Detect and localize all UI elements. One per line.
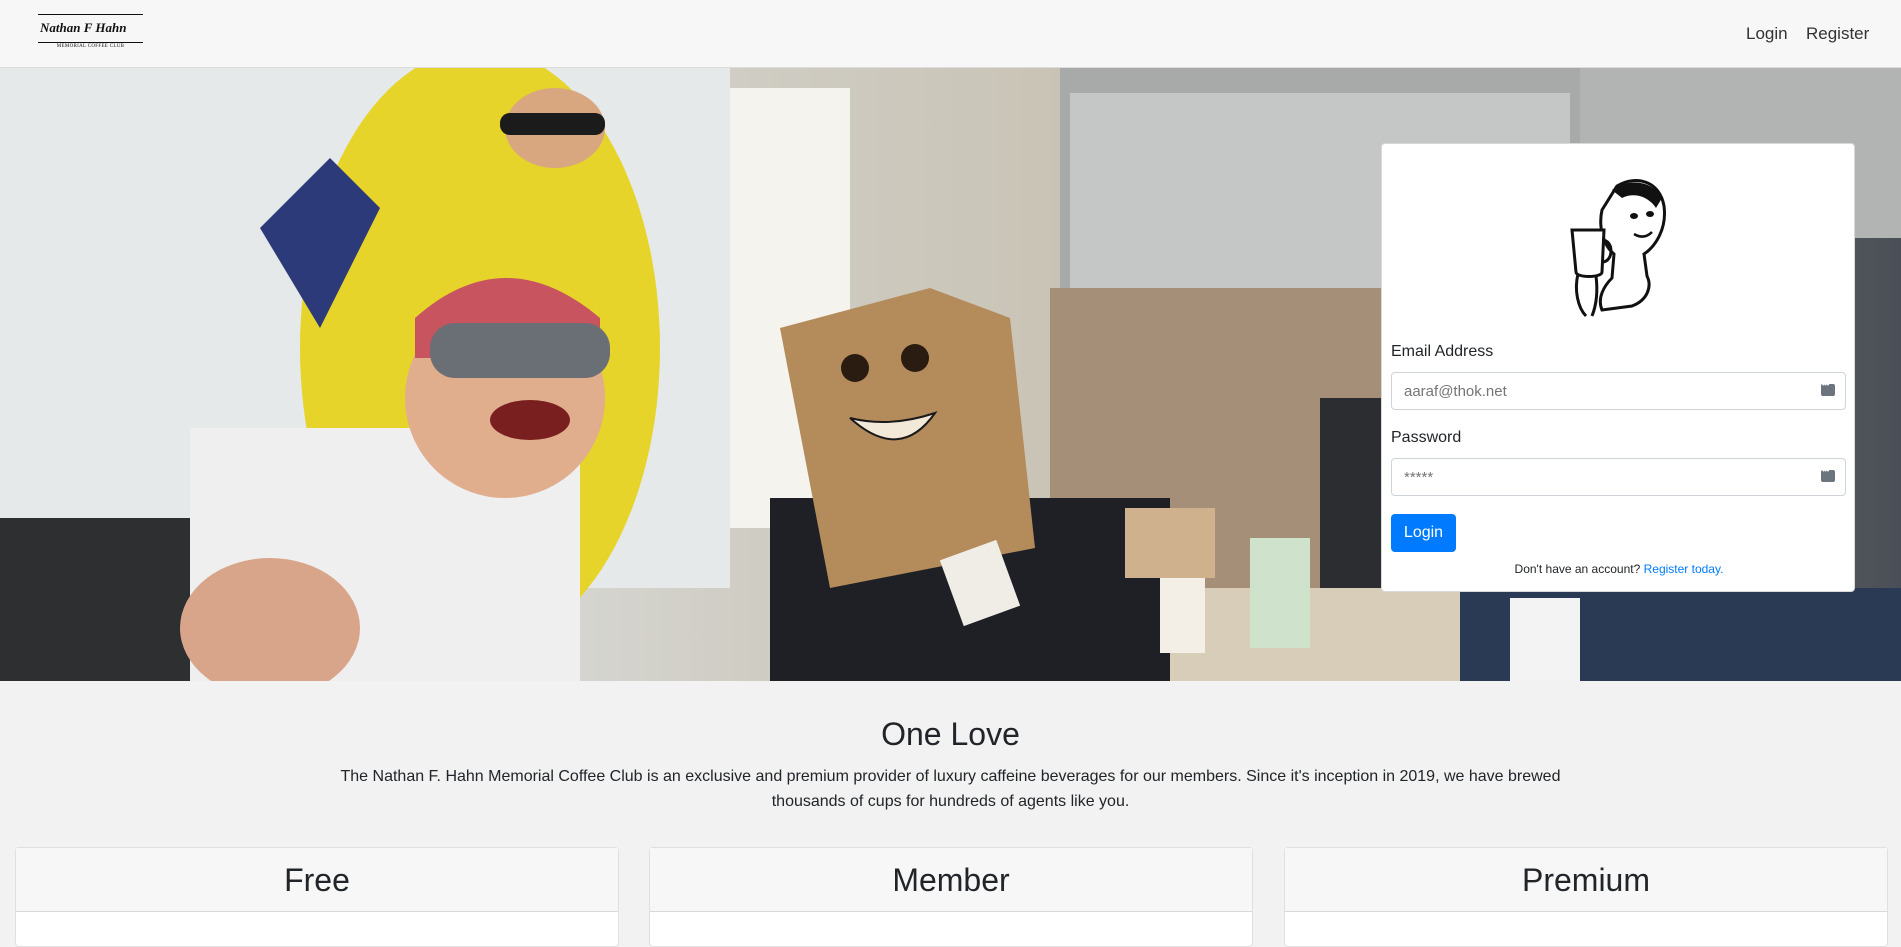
email-field[interactable] [1391,372,1846,410]
email-label: Email Address [1391,343,1494,360]
brand-name: Nathan F Hahn [40,20,127,35]
pricing-card-free: Free [15,847,619,947]
register-prompt-text: Don't have an account? [1514,562,1641,576]
pricing-card-title: Premium [1285,848,1887,912]
logo-rule-top [38,14,143,15]
password-label: Password [1391,429,1462,446]
password-field[interactable] [1391,458,1846,496]
register-today-link[interactable]: Register today. [1644,562,1724,576]
navbar: Nathan F Hahn MEMORIAL COFFEE CLUB Login… [0,0,1901,68]
password-input[interactable] [1392,459,1836,495]
autofill-key-icon[interactable] [1821,466,1835,482]
pricing-card-title: Free [16,848,618,912]
brand-logo[interactable]: Nathan F Hahn MEMORIAL COFFEE CLUB [38,14,143,50]
nav-login-link[interactable]: Login [1746,24,1788,44]
pricing-card-title: Member [650,848,1252,912]
coffee-man-logo-icon [1570,179,1666,318]
autofill-key-icon[interactable] [1821,380,1835,396]
login-button[interactable]: Login [1391,514,1456,552]
section-description: The Nathan F. Hahn Memorial Coffee Club … [340,768,1561,810]
nav-register-link[interactable]: Register [1806,24,1869,44]
login-card: Email Address Password Login Don't have … [1381,143,1855,592]
email-input[interactable] [1392,373,1836,409]
pricing-card-member: Member [649,847,1253,947]
brand-subtitle: MEMORIAL COFFEE CLUB [56,44,125,49]
pricing-card-premium: Premium [1284,847,1888,947]
logo-rule-bottom [38,42,143,43]
register-prompt: Don't have an account? Register today. [1382,562,1856,576]
section-title: One Love [881,716,1020,752]
